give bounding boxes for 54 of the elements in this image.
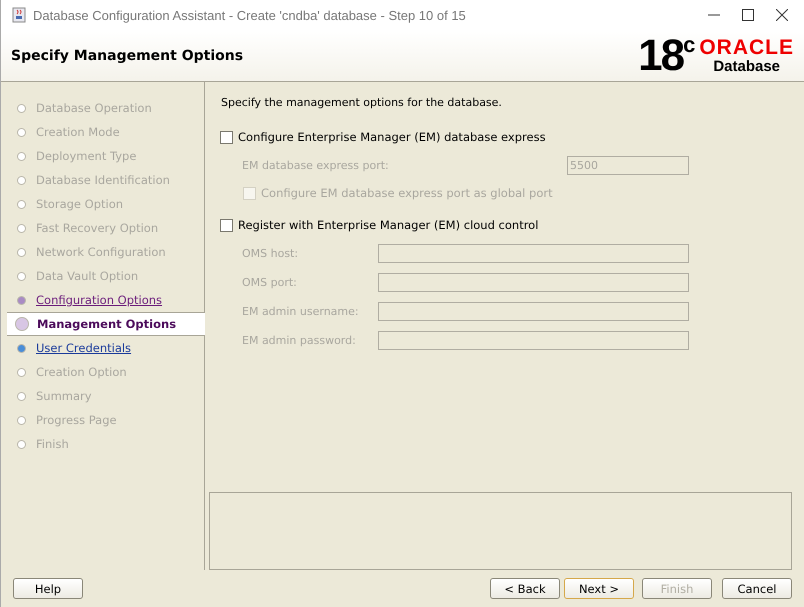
cloud-control-label: Register with Enterprise Manager (EM) cloud control [238, 218, 538, 232]
java-cup-icon [11, 7, 27, 23]
step-item: Database Identification [7, 168, 205, 192]
window-title: Database Configuration Assistant - Create 'cndba' database - Step 10 of 15 [33, 8, 467, 22]
version-label: 18$^{c}$ [638, 34, 694, 78]
step-dot-icon [17, 392, 26, 400]
step-dot-icon [17, 224, 26, 232]
step-item: Network Configuration [7, 240, 205, 264]
field-label: EM admin password: [242, 334, 357, 347]
dialog-button[interactable]: Cancel [722, 578, 792, 599]
step-item: Database Operation [7, 96, 205, 120]
step-item: Progress Page [7, 408, 205, 432]
step-dot-icon [17, 104, 26, 112]
step-dot-icon [15, 317, 29, 331]
input-field[interactable] [378, 302, 689, 321]
step-item: Data Vault Option [7, 264, 205, 288]
field-label: OMS host: [242, 247, 300, 260]
step-dot-icon [17, 272, 26, 280]
step-dot-icon [17, 248, 26, 256]
dialog-button[interactable]: Next > [564, 578, 634, 599]
step-item: Finish [7, 432, 205, 456]
input-field[interactable] [378, 273, 689, 292]
current-step: Management Options [7, 312, 205, 336]
step-dot-icon [17, 176, 26, 184]
intro-text: Specify the management options for the database. [221, 96, 503, 109]
step-item: Fast Recovery Option [7, 216, 205, 240]
step-dot-icon [17, 200, 26, 208]
step-dot-icon [17, 128, 26, 136]
close-icon[interactable] [776, 9, 788, 21]
dialog-button[interactable]: Help [13, 578, 83, 599]
product-label: Database [713, 58, 780, 74]
page-title: Specify Management Options [11, 48, 244, 64]
step-dot-icon [17, 368, 26, 376]
step-item[interactable]: Configuration Options [7, 288, 205, 312]
global-port-label: Configure EM database express port as global port [261, 186, 553, 200]
dialog-button[interactable]: < Back [490, 578, 560, 599]
port-label: EM database express port: [242, 158, 390, 172]
step-dot-icon [17, 344, 26, 352]
field-label: EM admin username: [242, 305, 360, 318]
step-item: Summary [7, 384, 205, 408]
step-dot-icon [17, 416, 26, 424]
field-label: OMS port: [242, 276, 298, 289]
em-express-label: Configure Enterprise Manager (EM) database express [238, 130, 546, 144]
step-item[interactable]: User Credentials [7, 336, 205, 360]
maximize-icon[interactable] [742, 9, 754, 21]
input-field[interactable] [378, 331, 689, 350]
step-item: Deployment Type [7, 144, 205, 168]
step-dot-icon [17, 152, 26, 160]
step-item: Creation Mode [7, 120, 205, 144]
step-item: Storage Option [7, 192, 205, 216]
brand-logo: ORACLE [699, 36, 794, 58]
step-dot-icon [17, 296, 26, 304]
step-dot-icon [17, 440, 26, 448]
step-item: Creation Option [7, 360, 205, 384]
